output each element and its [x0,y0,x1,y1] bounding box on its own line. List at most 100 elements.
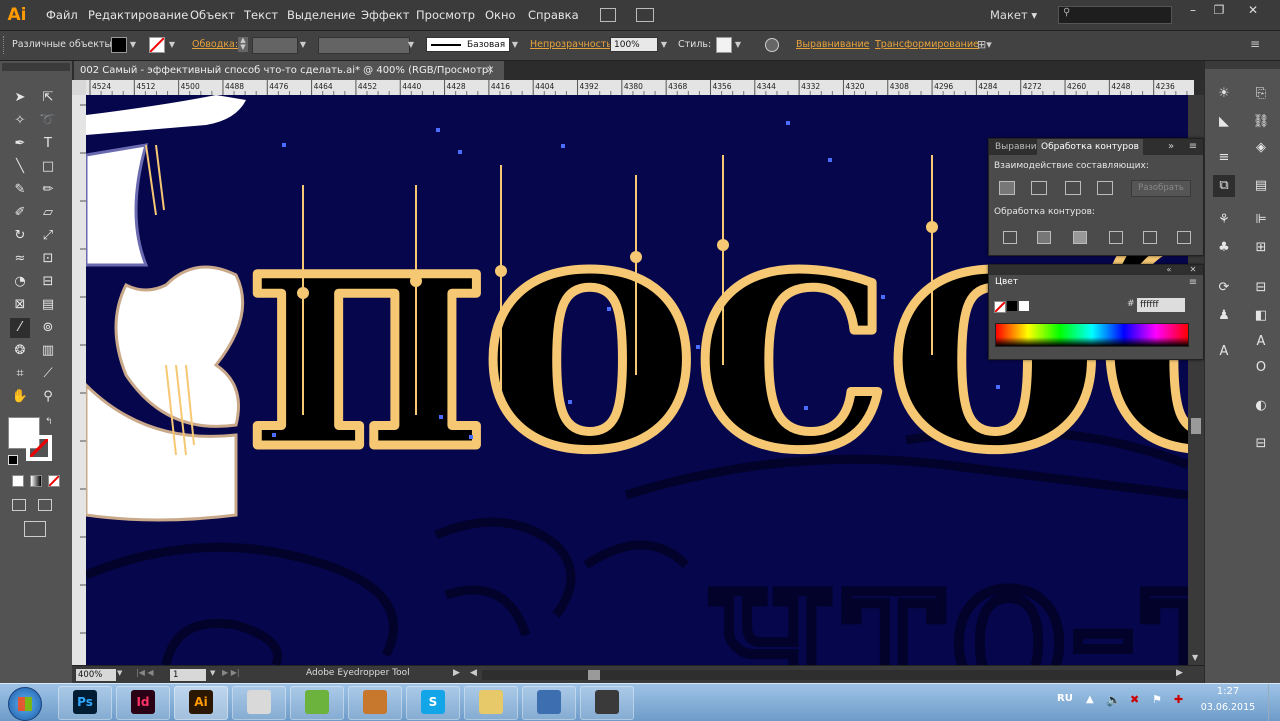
horizontal-scroll-thumb[interactable] [588,670,600,680]
app-10-taskbar-button[interactable] [580,686,634,720]
transparency-icon[interactable]: ≡ [1213,147,1235,169]
white-swatch[interactable] [1019,301,1029,311]
minimize-button[interactable]: – [1184,3,1202,17]
menu-select[interactable]: Выделение [287,0,356,30]
volume-icon[interactable]: 🔈 [1106,693,1121,707]
document-tab[interactable]: 002 Самый - эффективный способ что-то сд… [74,61,504,80]
exclude-icon[interactable] [1097,181,1113,195]
workspace-switcher[interactable]: Макет ▾ [990,0,1037,30]
default-colors-icon[interactable] [8,455,18,465]
color-spectrum[interactable] [995,323,1189,347]
black-swatch[interactable] [1007,301,1017,311]
scroll-down-icon[interactable]: ▼ [1192,653,1198,662]
network-icon[interactable]: ✖ [1130,693,1139,706]
stroke-icon[interactable]: ⊞ [1250,237,1272,259]
menu-object[interactable]: Объект [190,0,235,30]
none-swatch[interactable] [994,301,1006,313]
symbol-sprayer-tool-icon[interactable]: ❂ [10,341,30,361]
vertical-ruler[interactable] [72,95,86,665]
graphic-styles-icon[interactable]: ⟳ [1213,277,1235,299]
color-panel-menu-icon[interactable]: ≡ [1185,276,1201,290]
stroke-weight-stepper[interactable]: ▲ ▼ [238,37,248,52]
paintbrush-tool-icon[interactable]: ✎ [10,180,30,200]
layers-icon[interactable]: ◈ [1250,137,1272,159]
expand-button[interactable]: Разобрать [1131,180,1191,197]
search-input[interactable]: ⚲ [1058,6,1172,24]
status-menu-icon[interactable]: ▶ [453,668,460,678]
tray-expand-icon[interactable]: ▲ [1086,694,1094,705]
pathfinder-icon[interactable]: ⧉ [1213,175,1235,197]
draw-behind-icon[interactable] [38,499,52,511]
artboard-tool-icon[interactable]: ⌗ [10,364,30,384]
symbols-icon[interactable]: ⚘ [1213,209,1235,231]
rectangle-tool-icon[interactable]: □ [38,157,58,177]
show-desktop-button[interactable] [1268,684,1280,721]
lasso-tool-icon[interactable]: ➰ [38,111,58,131]
next-artboard-icon[interactable]: ▶ ▶| [222,668,240,677]
artboard-dropdown-icon[interactable]: ▼ [210,669,215,677]
style-dropdown[interactable]: ▼ [733,37,743,52]
gradient-icon[interactable]: ⊟ [1250,277,1272,299]
stroke-color-box[interactable] [26,435,52,461]
variable-width-profile[interactable] [318,37,410,54]
clock-date[interactable]: 03.06.2015 [1196,702,1260,713]
type-tool-icon[interactable]: T [38,134,58,154]
skype-app-taskbar-button[interactable]: S [406,686,460,720]
screen-mode-icon[interactable] [24,521,46,537]
navigator-icon[interactable]: ◐ [1250,395,1272,417]
opacity-label[interactable]: Непрозрачность: [530,39,615,50]
scroll-left-icon[interactable]: ◀ [470,668,477,678]
align-icon[interactable]: ⊫ [1250,209,1272,231]
opacity-dropdown[interactable]: ▼ [659,37,669,52]
ruler-origin[interactable] [72,80,86,95]
app-9-taskbar-button[interactable] [522,686,576,720]
document-info-icon[interactable]: ⎘ [1250,83,1272,105]
brush-dropdown[interactable]: ▼ [510,37,520,52]
language-indicator[interactable]: RU [1057,693,1073,704]
horizontal-ruler[interactable]: 4524 4512 4500 4488 4476 4464 4452 4440 4428 4416… [86,80,1194,95]
artboard-number-field[interactable]: 1 [170,669,206,681]
control-bar-menu-icon[interactable]: ≡ [1250,37,1260,51]
color-tab[interactable]: Цвет [991,275,1023,289]
align-link[interactable]: Выравнивание [796,39,870,50]
pencil-tool-icon[interactable]: ✏ [38,180,58,200]
merge-icon[interactable] [1073,231,1087,244]
tab-align[interactable]: Выравни [991,139,1041,155]
rotate-tool-icon[interactable]: ↻ [10,226,30,246]
close-color-panel-icon[interactable]: ✕ [1185,263,1201,277]
free-transform-tool-icon[interactable]: ⊡ [38,249,58,269]
unite-icon[interactable] [999,181,1015,195]
style-swatch[interactable] [716,37,732,53]
hex-color-field[interactable]: ffffff [1137,298,1185,312]
stroke-swatch[interactable] [149,37,165,53]
indesign-app-taskbar-button[interactable]: Id [116,686,170,720]
bridge-icon[interactable] [600,8,616,22]
opacity-field[interactable]: 100% [610,37,658,52]
swap-fill-stroke-icon[interactable]: ↰ [45,417,53,427]
none-mode-icon[interactable] [48,475,60,487]
paragraph-icon[interactable]: A [1250,331,1272,353]
opentype-icon[interactable]: O [1250,357,1272,379]
gradient-tool-icon[interactable]: ▤ [38,295,58,315]
zoom-dropdown-icon[interactable]: ▼ [117,669,122,677]
character-icon[interactable]: A [1213,341,1235,363]
blob-brush-tool-icon[interactable]: ✐ [10,203,30,223]
appearance-icon[interactable]: ♟ [1213,305,1235,327]
swatches-icon[interactable]: ♣ [1213,237,1235,259]
magic-wand-tool-icon[interactable]: ✧ [10,111,30,131]
brush-definition[interactable]: Базовая [426,37,510,52]
minus-front-icon[interactable] [1031,181,1047,195]
horizontal-scrollbar[interactable] [482,670,1176,680]
fill-swatch[interactable] [111,37,127,53]
zoom-tool-icon[interactable]: ⚲ [38,387,58,407]
trim-icon[interactable] [1037,231,1051,244]
line-tool-icon[interactable]: ╲ [10,157,30,177]
zoom-field[interactable]: 400% [76,669,116,681]
panel-menu-icon[interactable]: ≡ [1185,140,1201,154]
selection-tool-icon[interactable]: ➤ [10,88,30,108]
collapse-panel-icon[interactable]: » [1163,140,1179,154]
slice-tool-icon[interactable]: ⟋ [38,364,58,384]
flag-icon[interactable]: ⚑ [1152,693,1162,706]
variable-width-dropdown[interactable]: ▼ [406,37,416,52]
menu-edit[interactable]: Редактирование [88,0,188,30]
